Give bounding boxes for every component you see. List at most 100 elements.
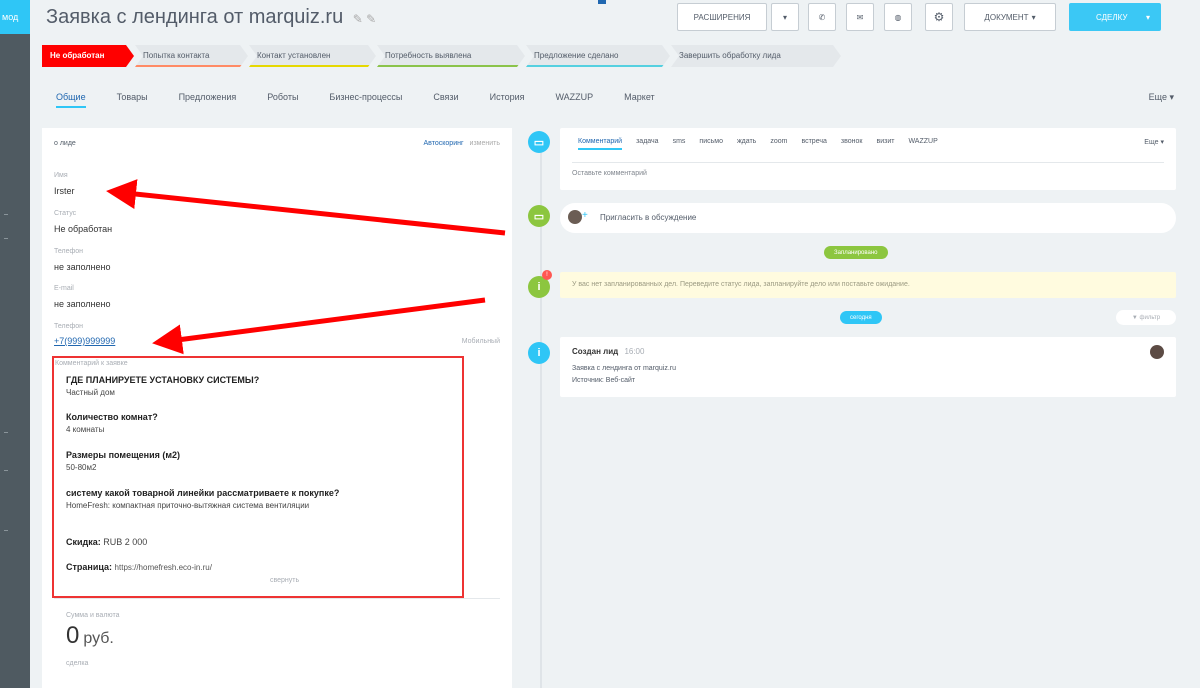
indicator	[598, 0, 606, 4]
stage-contact-established[interactable]: Контакт установлен	[249, 45, 376, 67]
document-button[interactable]: документ ▾	[964, 3, 1056, 31]
field-label: Телефон	[54, 323, 84, 330]
mobile-phone-link[interactable]: +7(999)999999	[54, 336, 115, 346]
stage-finish-lead[interactable]: Завершить обработку лида	[671, 45, 841, 67]
create-deal-button[interactable]: сделку ▾	[1069, 3, 1161, 31]
lead-created-card: Создан лид 16:00 Заявка с лендинга от ma…	[560, 337, 1176, 397]
collapse-link[interactable]: свернуть	[270, 577, 299, 584]
tab-business-processes[interactable]: Бизнес-процессы	[329, 92, 402, 108]
activity-tabs: Комментарий задача sms письмо ждать zoom…	[578, 138, 952, 150]
stage-need-identified[interactable]: Потребность выявлена	[377, 45, 525, 67]
status-value[interactable]: Не обработан	[54, 224, 112, 234]
amount-label: Сумма и валюта	[66, 612, 120, 619]
chevron-down-icon: ▾	[782, 12, 787, 22]
tab-history[interactable]: История	[490, 92, 525, 108]
phone-icon: ✆	[818, 12, 826, 22]
notice-card: У вас нет запланированных дел. Переведит…	[560, 272, 1176, 298]
discount-line: Скидка: RUB 2 000	[66, 537, 148, 547]
notification-badge: !	[542, 270, 552, 280]
chevron-down-icon: ▾	[1031, 12, 1036, 22]
scheduled-pill: Запланировано	[824, 246, 888, 259]
page-link[interactable]: https://homefresh.eco-in.ru/	[115, 563, 212, 572]
question: ГДЕ ПЛАНИРУЕТЕ УСТАНОВКУ СИСТЕМЫ?	[66, 375, 260, 385]
field-label: Телефон	[54, 248, 84, 255]
answer: 4 комнаты	[66, 425, 105, 434]
tab-links[interactable]: Связи	[433, 92, 458, 108]
field-label: E-mail	[54, 285, 74, 292]
gear-icon: ⚙	[933, 10, 945, 24]
invite-card[interactable]: + Пригласить в обсуждение	[560, 203, 1176, 233]
today-pill: сегодня	[840, 311, 882, 324]
tab-zoom[interactable]: zoom	[770, 138, 787, 150]
avatar	[568, 210, 582, 224]
page-title: Заявка с лендинга от marquiz.ru ✎ ✎	[46, 6, 377, 28]
chat-icon: ◍	[894, 12, 902, 22]
comment-icon: ▭	[528, 131, 550, 153]
chevron-down-icon[interactable]: ▾	[1146, 13, 1150, 22]
answer: Частный дом	[66, 388, 115, 397]
tab-visit[interactable]: визит	[876, 138, 894, 150]
tab-sms[interactable]: sms	[673, 138, 686, 150]
call-button[interactable]: ✆	[808, 3, 836, 31]
question: Размеры помещения (м2)	[66, 450, 181, 460]
activity-tabs-more[interactable]: Еще ▾	[1144, 138, 1164, 146]
envelope-icon: ✉	[856, 12, 864, 22]
filter-icon: ▼	[1131, 314, 1138, 321]
tab-comment[interactable]: Комментарий	[578, 138, 623, 150]
tab-wait[interactable]: ждать	[737, 138, 756, 150]
email-button[interactable]: ✉	[846, 3, 874, 31]
event-title: Создан лид 16:00	[572, 347, 645, 356]
edit-title-icon[interactable]: ✎ ✎	[353, 12, 376, 26]
divider	[572, 162, 1164, 163]
question: систему какой товарной линейки рассматри…	[66, 488, 340, 498]
avatar	[1150, 345, 1164, 359]
tabs-more-button[interactable]: Еще ▾	[1149, 92, 1174, 103]
status-stages: Не обработан Попытка контакта Контакт ус…	[42, 45, 842, 67]
tab-wazzup[interactable]: WAZZUP	[556, 92, 594, 108]
activity-editor: Комментарий задача sms письмо ждать zoom…	[560, 128, 1176, 190]
stage-offer-made[interactable]: Предложение сделано	[526, 45, 670, 67]
tab-call[interactable]: звонок	[841, 138, 863, 150]
tab-email[interactable]: письмо	[699, 138, 723, 150]
tab-market[interactable]: Маркет	[624, 92, 654, 108]
filter-button[interactable]: ▼ фильтр	[1116, 310, 1176, 325]
settings-button[interactable]: ⚙	[925, 3, 953, 31]
tab-meeting[interactable]: встреча	[801, 138, 826, 150]
phone-value[interactable]: не заполнено	[54, 262, 111, 272]
stage-contact-attempt[interactable]: Попытка контакта	[135, 45, 248, 67]
answer: 50-80м2	[66, 463, 97, 472]
event-line: Заявка с лендинга от marquiz.ru	[572, 365, 677, 372]
stage-not-processed[interactable]: Не обработан	[42, 45, 134, 67]
info-icon: i	[528, 342, 550, 364]
discussion-icon: ▭	[528, 205, 550, 227]
lead-info-panel: о лиде Автоскоринг изменить Имя Irster Ст…	[42, 128, 512, 688]
amount-value[interactable]: 0 руб.	[66, 622, 114, 650]
tab-task[interactable]: задача	[636, 138, 658, 150]
tab-robots[interactable]: Роботы	[267, 92, 298, 108]
tab-general[interactable]: Общие	[56, 92, 86, 108]
tab-wazzup[interactable]: WAZZUP	[908, 138, 937, 150]
name-value[interactable]: Irster	[54, 186, 75, 196]
panel-header: о лиде	[54, 140, 76, 147]
edit-link[interactable]: изменить	[470, 140, 500, 147]
page-line: Страница: https://homefresh.eco-in.ru/	[66, 562, 212, 572]
plus-icon[interactable]: +	[582, 210, 588, 221]
panel-header-actions: Автоскоринг изменить	[424, 140, 500, 147]
sidebar-tab[interactable]: мод	[0, 0, 30, 34]
comment-input[interactable]: Оставьте комментарий	[572, 170, 647, 177]
autoscoring-link[interactable]: Автоскоринг	[424, 140, 464, 147]
deal-label: сделка	[66, 660, 89, 667]
tab-offers[interactable]: Предложения	[179, 92, 237, 108]
answer: HomeFresh: компактная приточно-вытяжная …	[66, 501, 310, 510]
divider	[54, 598, 500, 599]
phone-type: Мобильный	[461, 338, 500, 345]
tab-products[interactable]: Товары	[117, 92, 148, 108]
email-value[interactable]: не заполнено	[54, 299, 111, 309]
extensions-dropdown-button[interactable]: ▾	[771, 3, 799, 31]
chat-button[interactable]: ◍	[884, 3, 912, 31]
field-label: Статус	[54, 210, 77, 217]
extensions-button[interactable]: расширения	[677, 3, 767, 31]
invite-text: Пригласить в обсуждение	[600, 213, 697, 222]
comment-label: Комментарий к заявке	[55, 360, 128, 367]
field-label: Имя	[54, 172, 68, 179]
